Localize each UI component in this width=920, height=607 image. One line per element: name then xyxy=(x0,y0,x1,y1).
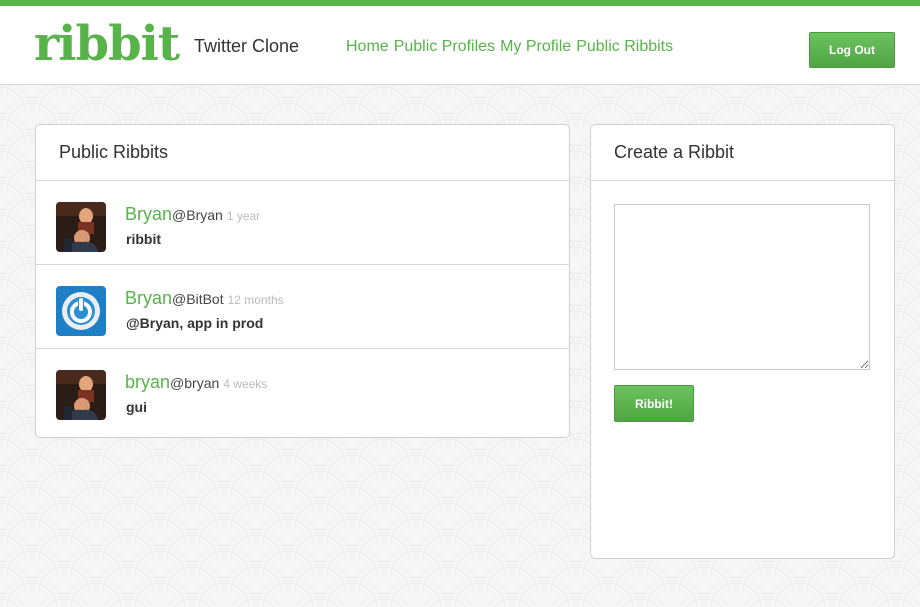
user-avatar[interactable] xyxy=(56,370,106,420)
ribbit-text: ribbit xyxy=(126,231,161,247)
author-name[interactable]: bryan xyxy=(125,372,170,392)
power-icon-avatar[interactable] xyxy=(56,286,106,336)
public-ribbits-panel: Public Ribbits Bryan@Bryan1 year ribbit xyxy=(35,124,570,438)
site-tagline: Twitter Clone xyxy=(194,36,300,56)
author-name[interactable]: Bryan xyxy=(125,288,172,308)
ribbit-item: Bryan@BitBot 12 months @Bryan, app in pro… xyxy=(36,265,569,349)
author-handle: @Bryan xyxy=(172,207,223,223)
ribbit-text: @Bryan, app in prod xyxy=(126,315,264,331)
ribbit-timestamp: 1 year xyxy=(226,209,261,223)
ribbit-meta: Bryan@Bryan 1 year xyxy=(125,203,260,227)
public-ribbits-title: Public Ribbits xyxy=(36,125,569,181)
ribbit-timestamp: 12 months xyxy=(227,293,284,307)
ribbit-logo[interactable]: ribbit xyxy=(34,16,180,72)
ribbit-textarea[interactable] xyxy=(614,204,870,370)
ribbit-submit-button[interactable]: Ribbit! xyxy=(614,385,694,422)
ribbit-meta: Bryan@BitBot 12 months xyxy=(125,287,284,311)
create-ribbit-panel: Create a Ribbit Ribbit! xyxy=(590,124,895,559)
ribbit-meta: bryan@bryan 4 weeks xyxy=(125,371,267,395)
author-handle: @bryan xyxy=(170,375,220,391)
ribbit-item: bryan@bryan 4 weeks gui xyxy=(36,349,569,433)
nav-public-ribbits-link[interactable]: Public Ribbits xyxy=(576,36,673,58)
ribbit-item: Bryan@Bryan 1 year ribbit xyxy=(36,181,569,265)
top-navbar: ribbit Twitter Clone Home Public Profile… xyxy=(0,0,920,85)
nav-my-profile-link[interactable]: My Profile xyxy=(500,36,571,58)
author-name[interactable]: Bryan xyxy=(125,204,172,224)
main-nav: Home Public Profiles My Profile Public R… xyxy=(346,36,673,58)
ribbit-text: gui xyxy=(126,399,147,415)
ribbit-timestamp: 4 weeks xyxy=(223,377,268,391)
nav-home-link[interactable]: Home xyxy=(346,36,389,58)
create-ribbit-title: Create a Ribbit xyxy=(591,125,894,181)
nav-public-profiles-link[interactable]: Public Profiles xyxy=(394,36,495,58)
logout-button[interactable]: Log Out xyxy=(809,32,895,68)
author-handle: @BitBot xyxy=(172,291,224,307)
user-avatar[interactable] xyxy=(56,202,106,252)
